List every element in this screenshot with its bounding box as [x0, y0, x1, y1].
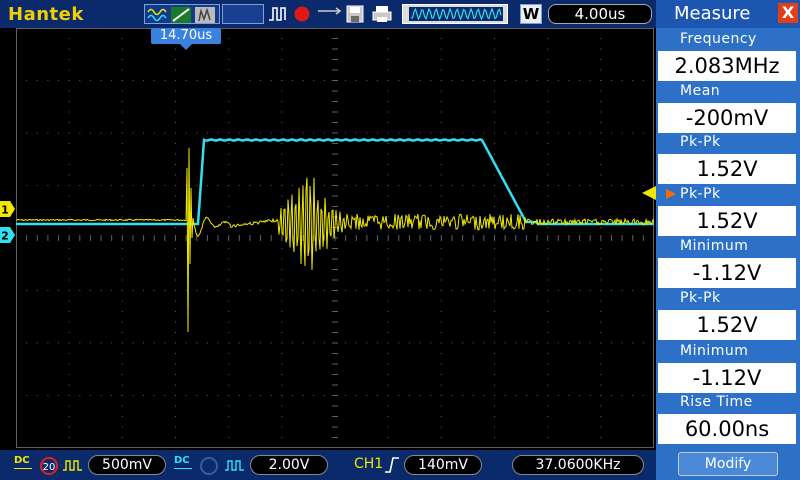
- measure-label-minimum-2: Minimum: [680, 343, 749, 359]
- ch2-pulse-icon: [225, 460, 244, 471]
- measure-label-frequency: Frequency: [680, 31, 757, 47]
- waveform-type-icon[interactable]: [147, 7, 167, 23]
- measure-label-minimum-1: Minimum: [680, 238, 749, 254]
- measure-panel: Measure X Frequency 2.083MHz Mean -200mV…: [656, 0, 800, 480]
- timebase-display[interactable]: 4.00us: [548, 4, 652, 24]
- ch2-coupling-label: DC: [174, 455, 190, 466]
- status-bar: DC 20 500mV DC 2.00V CH1 140mV 37.0600KH…: [0, 450, 656, 480]
- window-zoom-button[interactable]: W: [520, 4, 542, 24]
- measure-value-pkpk-2[interactable]: 1.52V: [658, 206, 796, 236]
- record-icon[interactable]: [294, 6, 312, 24]
- ch2-coupling-icon[interactable]: DC: [174, 456, 192, 469]
- trigger-slope-icon[interactable]: [171, 7, 191, 23]
- measure-label-pkpk-1: Pk-Pk: [680, 134, 721, 150]
- ch2-marker-label: 2: [1, 230, 9, 243]
- measure-value-mean[interactable]: -200mV: [658, 103, 796, 133]
- measure-label-pkpk-2: Pk-Pk: [656, 184, 800, 204]
- measure-value-pkpk-3[interactable]: 1.52V: [658, 310, 796, 340]
- trigger-position-arrow-icon: [180, 44, 192, 50]
- ch1-bw-limit-icon[interactable]: 20: [40, 457, 58, 475]
- mode-blank-slot: [222, 4, 264, 24]
- trigger-level-marker-icon[interactable]: [642, 186, 656, 200]
- measure-value-rise-time[interactable]: 60.00ns: [658, 414, 796, 444]
- measure-label-rise-time: Rise Time: [680, 394, 753, 410]
- trigger-source-label[interactable]: CH1: [354, 456, 383, 472]
- top-toolbar: Hantek W 4.00us: [0, 0, 656, 28]
- ch1-coupling-icon[interactable]: DC: [14, 456, 32, 469]
- ch1-coupling-label: DC: [14, 455, 30, 466]
- ch1-scale-display[interactable]: 500mV: [88, 455, 166, 475]
- waveform-window-icon: [409, 7, 503, 21]
- ch2-ground-marker[interactable]: 2: [0, 227, 16, 243]
- persist-icon[interactable]: [195, 7, 215, 23]
- ch1-marker-label: 1: [1, 204, 9, 217]
- trigger-level-display[interactable]: 140mV: [404, 455, 482, 475]
- record-line-icon: [318, 7, 342, 15]
- ch2-scale-display[interactable]: 2.00V: [250, 455, 328, 475]
- trigger-frequency-display: 37.0600KHz: [512, 455, 644, 475]
- measure-value-minimum-2[interactable]: -1.12V: [658, 363, 796, 393]
- measure-value-minimum-1[interactable]: -1.12V: [658, 258, 796, 288]
- modify-button[interactable]: Modify: [678, 452, 778, 476]
- measure-panel-title: Measure: [674, 3, 751, 24]
- measure-value-frequency[interactable]: 2.083MHz: [658, 51, 796, 81]
- measure-label-pkpk-3: Pk-Pk: [680, 290, 721, 306]
- trigger-position-tag[interactable]: 14.70us: [151, 28, 221, 44]
- print-icon[interactable]: [372, 5, 392, 23]
- trigger-rising-edge-icon[interactable]: [384, 457, 400, 473]
- waveform-window[interactable]: [402, 4, 508, 24]
- display-mode-group: [144, 4, 220, 24]
- close-button[interactable]: X: [778, 3, 798, 23]
- measure-panel-header: Measure X: [656, 0, 800, 28]
- save-icon[interactable]: [346, 5, 364, 23]
- measure-value-pkpk-1[interactable]: 1.52V: [658, 154, 796, 184]
- selected-arrow-icon: [666, 189, 676, 199]
- measure-label-mean: Mean: [680, 83, 721, 99]
- pulse-icon[interactable]: [268, 6, 288, 22]
- ch1-pulse-icon: [63, 460, 82, 471]
- waveform-display[interactable]: [16, 28, 654, 448]
- ch1-ground-marker[interactable]: 1: [0, 201, 16, 217]
- ch2-bw-limit-icon[interactable]: [200, 457, 218, 475]
- brand-logo: Hantek: [8, 4, 84, 25]
- ch1-bw-limit-label: 20: [43, 462, 56, 473]
